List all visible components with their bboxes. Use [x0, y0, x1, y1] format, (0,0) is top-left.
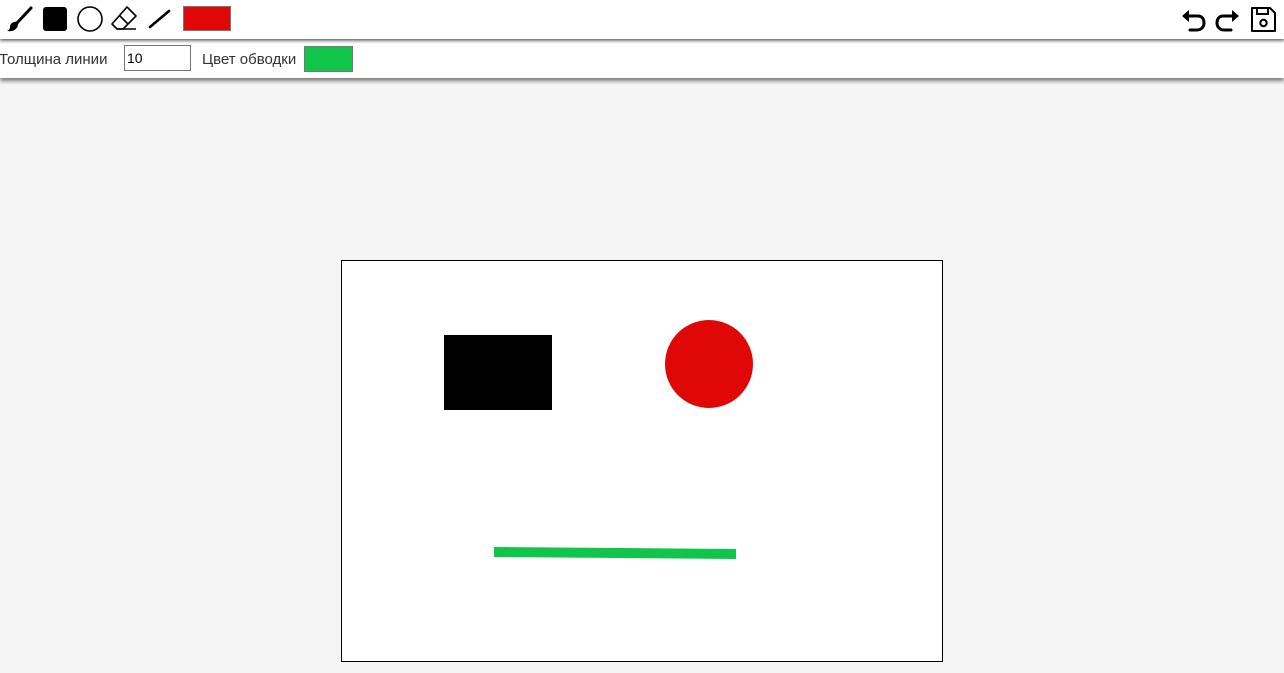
- eraser-icon: [111, 6, 137, 30]
- stroke-color-picker[interactable]: [304, 46, 353, 72]
- line-thickness-input[interactable]: [124, 45, 191, 71]
- undo-icon: [1182, 10, 1206, 32]
- filled-square-icon: [43, 7, 67, 31]
- line-icon: [148, 9, 171, 29]
- drawn-line: [493, 547, 737, 559]
- redo-icon: [1215, 10, 1239, 32]
- stroke-color-label: Цвет обводки: [202, 51, 297, 68]
- brush-tool-button[interactable]: [4, 4, 34, 34]
- circle-tool-button[interactable]: [75, 4, 105, 34]
- redo-button[interactable]: [1213, 4, 1243, 34]
- brush-icon: [7, 6, 33, 32]
- line-tool-button[interactable]: [144, 4, 174, 34]
- options-bar: Толщина линии Цвет обводки: [0, 40, 1284, 78]
- drawn-circle: [665, 320, 753, 408]
- drawn-rectangle: [444, 335, 552, 410]
- save-button[interactable]: [1248, 4, 1278, 34]
- fill-color-picker[interactable]: [183, 6, 231, 31]
- main-toolbar: [0, 0, 1284, 39]
- eraser-tool-button[interactable]: [109, 4, 139, 34]
- drawing-canvas[interactable]: [341, 260, 943, 662]
- undo-button[interactable]: [1178, 4, 1208, 34]
- canvas-drawing: [444, 320, 753, 559]
- rectangle-tool-button[interactable]: [40, 4, 70, 34]
- circle-outline-icon: [77, 6, 103, 32]
- save-icon: [1251, 7, 1276, 32]
- line-thickness-label: Толщина линии: [0, 51, 108, 68]
